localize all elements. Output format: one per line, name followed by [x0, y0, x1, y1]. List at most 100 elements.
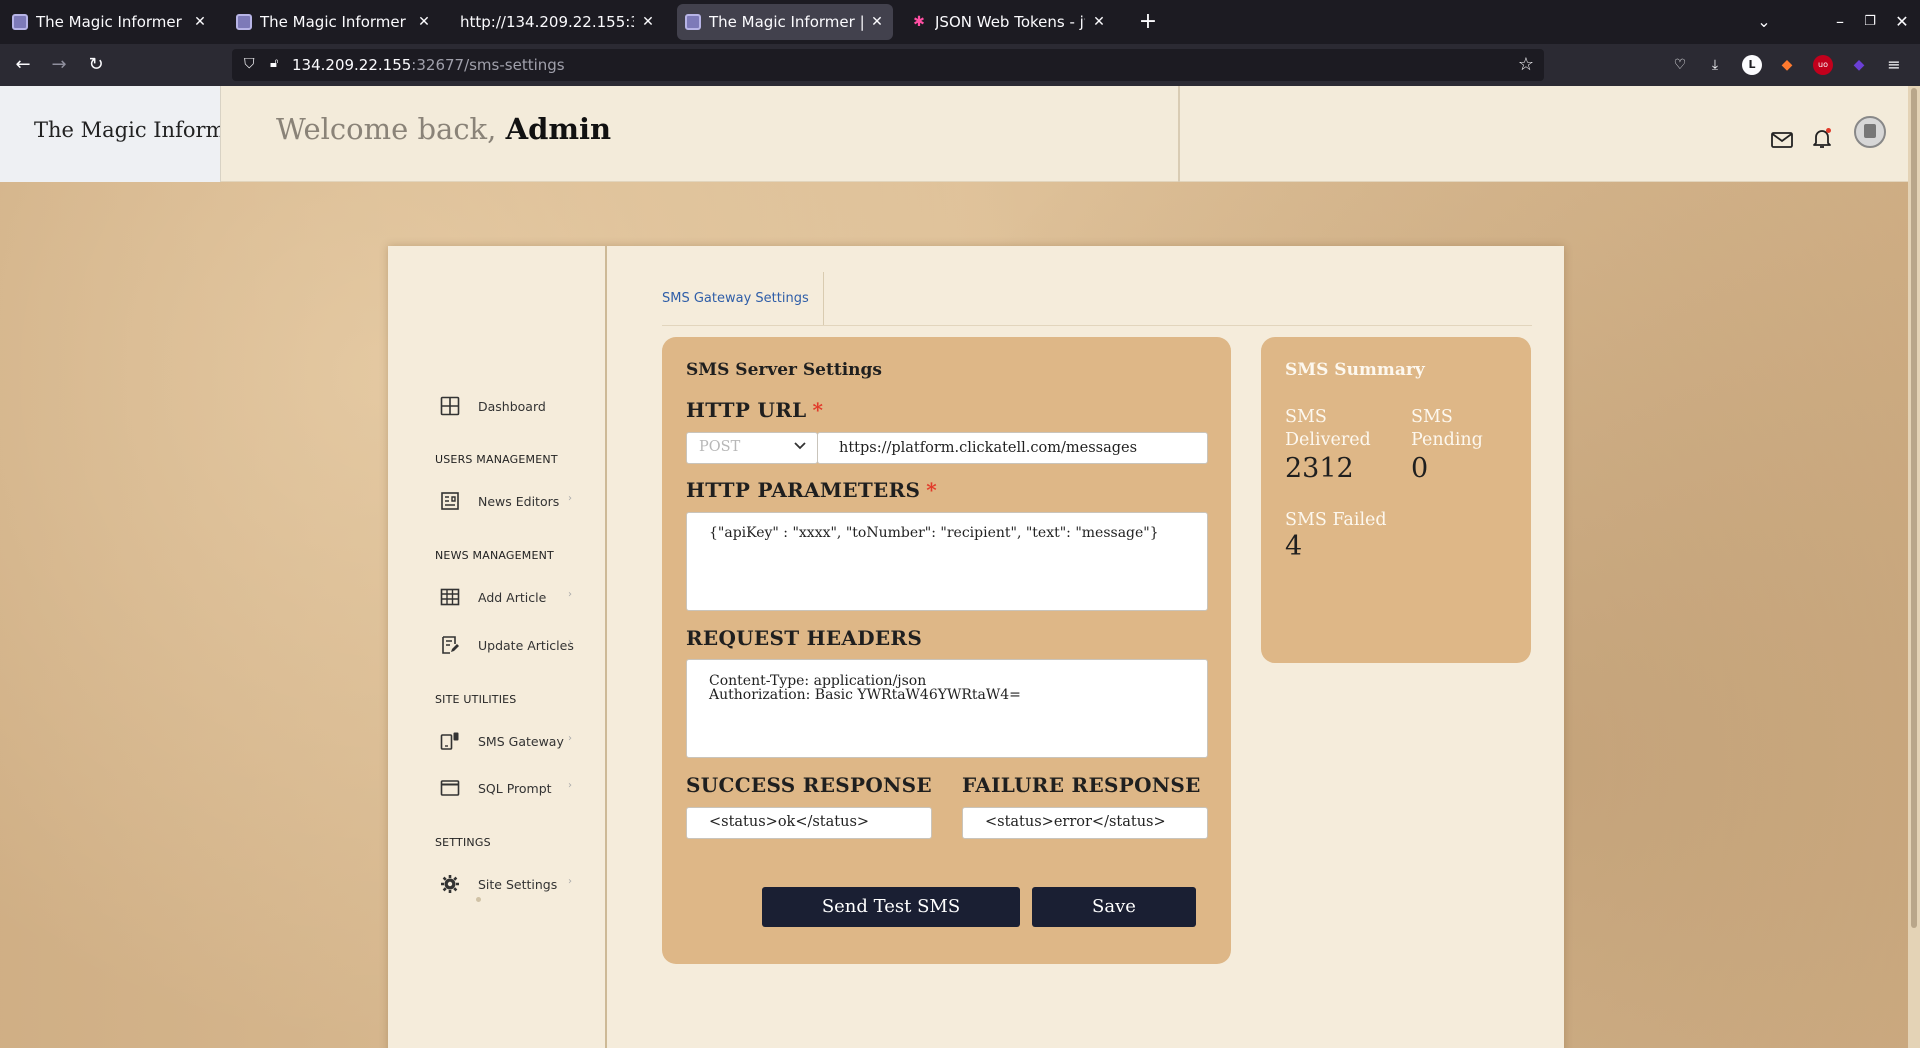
avatar[interactable]	[1854, 116, 1886, 148]
sms-delivered-label: SMS Delivered	[1285, 407, 1371, 450]
select-value: POST	[699, 439, 741, 455]
sms-failed-label: SMS Failed	[1285, 510, 1387, 530]
site-header: The Magic Informer Welcome back, Admin	[0, 86, 1908, 182]
close-icon[interactable]: ✕	[1091, 14, 1107, 30]
http-parameters-label: HTTP PARAMETERS *	[686, 478, 937, 502]
shield-icon[interactable]: ⛉	[244, 56, 262, 74]
site-favicon-icon	[12, 14, 28, 30]
browser-nav-bar: ← → ↻ ⛉ 🔓︎ 134.209.22.155:32677/sms-sett…	[0, 44, 1920, 86]
tab-list-icon[interactable]: ⌄	[1750, 8, 1778, 36]
url-host: 134.209.22.155	[292, 56, 412, 74]
tab-underline	[662, 325, 1532, 326]
foxyproxy-icon[interactable]: ◆	[1777, 55, 1797, 75]
ublock-icon[interactable]: uo	[1813, 55, 1833, 75]
site-favicon-icon	[685, 14, 701, 30]
grid-icon	[440, 396, 460, 416]
sidebar-item-news-editors[interactable]: News Editors ›	[440, 489, 572, 513]
request-headers-textarea[interactable]: Content-Type: application/json Authoriza…	[686, 659, 1208, 758]
sidebar-item-sms-gateway[interactable]: SMS Gateway ›	[440, 729, 572, 753]
http-parameters-textarea[interactable]: {"apiKey" : "xxxx", "toNumber": "recipie…	[686, 512, 1208, 611]
download-icon[interactable]: ⤓	[1705, 55, 1725, 75]
chevron-right-icon: ›	[568, 589, 572, 600]
tab-title: The Magic Informer | Dashboard	[260, 13, 410, 31]
url-path: :32677/sms-settings	[411, 56, 565, 74]
chevron-down-icon	[794, 442, 806, 450]
minimize-icon[interactable]: –	[1826, 8, 1854, 36]
jwt-favicon-icon: ✱	[913, 14, 925, 30]
http-url-input[interactable]: https://platform.clickatell.com/messages	[817, 432, 1208, 464]
lock-icon[interactable]: 🔓︎	[270, 56, 288, 74]
chevron-right-icon: ›	[568, 493, 572, 504]
save-button[interactable]: Save	[1032, 887, 1196, 927]
back-icon[interactable]: ←	[9, 51, 37, 79]
bookmark-star-icon[interactable]: ☆	[1518, 54, 1534, 75]
send-test-sms-button[interactable]: Send Test SMS	[762, 887, 1020, 927]
tab-sms-gateway-settings[interactable]: SMS Gateway Settings	[662, 272, 824, 326]
browser-tab[interactable]: ✱ JSON Web Tokens - jwt.io ✕	[903, 4, 1115, 40]
tab-title: http://134.209.22.155:32677/	[460, 13, 634, 31]
close-icon[interactable]: ✕	[869, 14, 885, 30]
site-favicon-icon	[236, 14, 252, 30]
welcome-message: Welcome back, Admin	[276, 112, 611, 146]
gear-icon	[441, 875, 459, 893]
sms-pending-value: 0	[1411, 453, 1429, 484]
bell-icon[interactable]	[1810, 126, 1834, 150]
sidebar-item-add-article[interactable]: Add Article ›	[440, 585, 572, 609]
panel-title: SMS Server Settings	[686, 360, 882, 380]
sidebar-item-update-articles[interactable]: Update Articles ›	[440, 633, 574, 657]
sidebar-item-label: SQL Prompt	[478, 780, 552, 796]
url-text[interactable]: 134.209.22.155:32677/sms-settings	[292, 56, 565, 74]
extension-icon[interactable]: L	[1742, 55, 1762, 75]
sidebar-section-heading: SETTINGS	[435, 836, 491, 849]
browser-tab-active[interactable]: The Magic Informer | SMS Settings ✕	[677, 4, 893, 40]
success-response-input[interactable]: <status>ok</status>	[686, 807, 932, 839]
edit-document-icon	[442, 636, 459, 654]
sidebar: Dashboard USERS MANAGEMENT News Editors …	[388, 246, 607, 1048]
sidebar-item-label: News Editors	[478, 493, 560, 509]
request-headers-label: REQUEST HEADERS	[686, 626, 923, 650]
sidebar-section-heading: NEWS MANAGEMENT	[435, 549, 554, 562]
required-mark: *	[926, 478, 938, 502]
sidebar-section-heading: USERS MANAGEMENT	[435, 453, 558, 466]
required-mark: *	[812, 398, 824, 422]
menu-icon[interactable]: ≡	[1884, 55, 1904, 75]
close-icon[interactable]: ✕	[192, 14, 208, 30]
table-add-icon	[440, 588, 460, 606]
scrollbar-thumb[interactable]	[1911, 88, 1917, 928]
http-method-select[interactable]: POST	[686, 432, 818, 464]
close-icon[interactable]: ✕	[640, 14, 656, 30]
site-brand[interactable]: The Magic Informer	[34, 118, 220, 142]
browser-tab[interactable]: The Magic Informer | Dashboard ✕	[228, 4, 440, 40]
user-name: Admin	[505, 112, 612, 146]
success-response-label: SUCCESS RESPONSE	[686, 773, 932, 797]
sidebar-item-label: Update Articles	[478, 637, 574, 653]
browser-tab[interactable]: The Magic Informer ✕	[4, 4, 216, 40]
pocket-icon[interactable]: ♡	[1670, 55, 1690, 75]
browser-tab[interactable]: http://134.209.22.155:32677/ ✕	[452, 4, 664, 40]
page-scrollbar[interactable]	[1908, 86, 1920, 1048]
sidebar-item-sql-prompt[interactable]: SQL Prompt ›	[440, 776, 572, 800]
sidebar-item-label: SMS Gateway	[478, 733, 564, 749]
page-viewport: The Magic Informer Welcome back, Admin D…	[0, 86, 1920, 1048]
chevron-right-icon: ›	[568, 733, 572, 744]
sidebar-item-site-settings[interactable]: Site Settings ›	[440, 872, 572, 896]
sms-delivered-value: 2312	[1285, 453, 1354, 484]
restore-icon[interactable]: ❐	[1856, 8, 1884, 36]
brand-area: The Magic Informer	[0, 86, 221, 182]
close-window-icon[interactable]: ✕	[1888, 8, 1916, 36]
welcome-text: Welcome back,	[276, 112, 497, 146]
address-bar[interactable]: ⛉ 🔓︎ 134.209.22.155:32677/sms-settings ☆	[232, 49, 1544, 81]
sidebar-item-label: Add Article	[478, 589, 547, 605]
extension-icon[interactable]: ◆	[1849, 55, 1869, 75]
sidebar-item-dashboard[interactable]: Dashboard	[440, 394, 546, 418]
sms-pending-label: SMS Pending	[1411, 407, 1483, 450]
mail-icon[interactable]	[1770, 128, 1794, 152]
new-tab-button[interactable]: +	[1134, 8, 1162, 36]
close-icon[interactable]: ✕	[416, 14, 432, 30]
editors-icon	[441, 492, 459, 510]
failure-response-input[interactable]: <status>error</status>	[962, 807, 1208, 839]
forward-icon[interactable]: →	[45, 51, 73, 79]
chevron-right-icon: ›	[568, 876, 572, 887]
http-url-label: HTTP URL *	[686, 398, 823, 422]
reload-icon[interactable]: ↻	[82, 51, 110, 79]
